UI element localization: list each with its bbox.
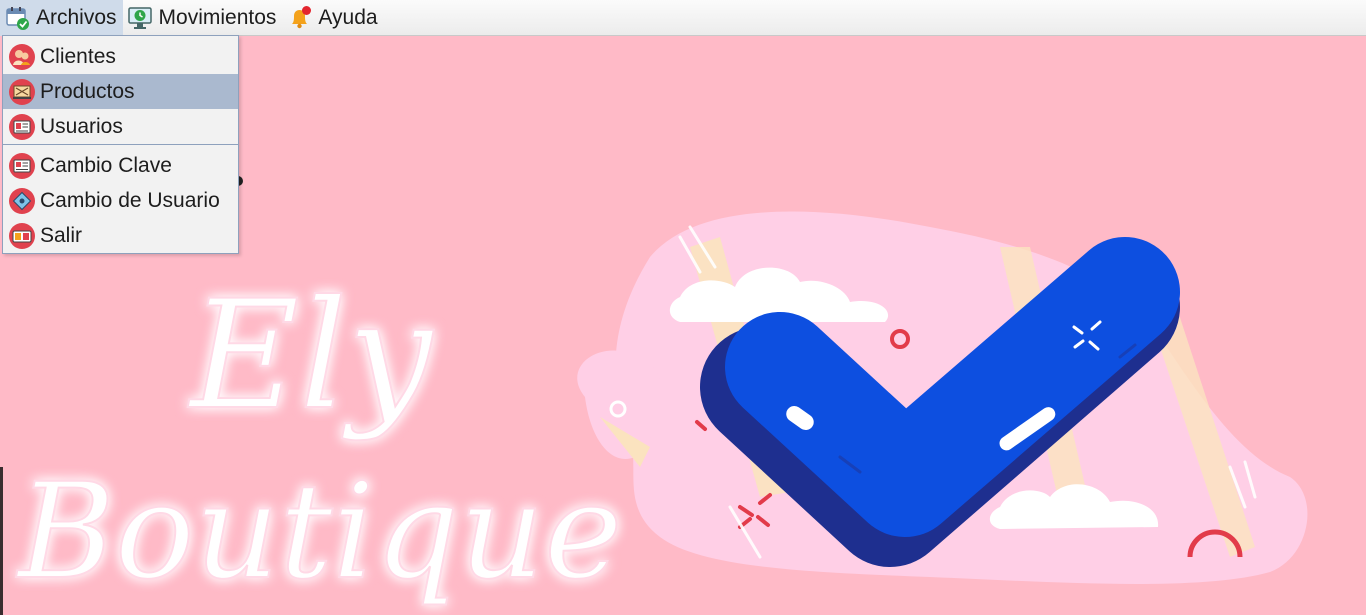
- menu-item-clientes-label: Clientes: [40, 44, 116, 68]
- menu-separator: [3, 144, 238, 145]
- menu-item-cambio-de-usuario[interactable]: Cambio de Usuario: [3, 183, 238, 218]
- menu-item-productos[interactable]: Productos: [3, 74, 238, 109]
- menu-item-clientes[interactable]: Clientes: [3, 39, 238, 74]
- bell-icon: [292, 5, 312, 28]
- switch-user-icon: [9, 187, 35, 214]
- menu-item-cambio-de-usuario-label: Cambio de Usuario: [40, 188, 220, 212]
- exit-icon: [9, 222, 35, 249]
- window-edge: [0, 467, 3, 615]
- menu-ayuda-label: Ayuda: [318, 5, 378, 29]
- menu-ayuda[interactable]: Ayuda: [282, 0, 383, 36]
- monitor-clock-icon: [127, 6, 152, 29]
- menu-item-usuarios-label: Usuarios: [40, 114, 123, 138]
- logo-line1: Ely: [187, 269, 434, 443]
- menu-item-cambio-clave[interactable]: Cambio Clave: [3, 148, 238, 183]
- archivos-dropdown-menu: Clientes Productos Usuarios Cambio Clave…: [2, 35, 239, 254]
- boutique-logo: Ely Boutique: [15, 268, 623, 610]
- products-icon: [9, 78, 35, 105]
- menu-item-productos-label: Productos: [40, 79, 135, 103]
- key-card-icon: [9, 152, 35, 179]
- menu-archivos-label: Archivos: [36, 5, 117, 29]
- menu-item-usuarios[interactable]: Usuarios: [3, 109, 238, 144]
- logo-line2: Boutique: [16, 455, 622, 609]
- users-icon: [9, 113, 35, 140]
- menu-item-salir-label: Salir: [40, 223, 83, 247]
- clients-icon: [9, 43, 35, 70]
- menu-bar: Archivos Movimientos Ayuda: [0, 0, 1366, 36]
- menu-item-cambio-clave-label: Cambio Clave: [40, 153, 172, 177]
- menu-archivos[interactable]: Archivos: [0, 0, 123, 36]
- menu-movimientos-label: Movimientos: [158, 5, 277, 29]
- calendar-check-icon: [6, 6, 29, 30]
- menu-movimientos[interactable]: Movimientos: [123, 0, 283, 36]
- menu-item-salir[interactable]: Salir: [3, 218, 238, 253]
